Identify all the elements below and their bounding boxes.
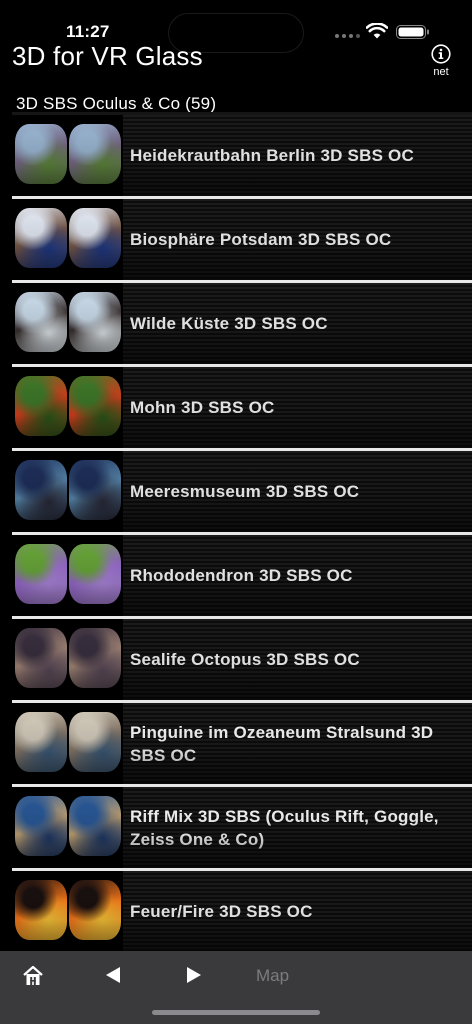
list-item[interactable]: Heidekrautbahn Berlin 3D SBS OC	[12, 112, 472, 196]
thumbnail-right-lens	[69, 292, 121, 352]
thumbnail-right-lens	[69, 880, 121, 940]
info-button[interactable]: net	[428, 44, 454, 82]
thumbnail-left-lens	[15, 544, 67, 604]
battery-icon	[396, 25, 429, 39]
page-title: 3D for VR Glass	[12, 41, 203, 71]
video-list: Heidekrautbahn Berlin 3D SBS OC Biosphär…	[12, 112, 472, 952]
list-item-title: Riff Mix 3D SBS (Oculus Rift, Goggle, Ze…	[130, 806, 439, 849]
thumbnail-right-lens	[69, 460, 121, 520]
thumbnail-left-lens	[15, 880, 67, 940]
list-item[interactable]: Biosphäre Potsdam 3D SBS OC	[12, 196, 472, 280]
sbs-thumbnail	[12, 619, 123, 700]
thumbnail-right-lens	[69, 796, 121, 856]
thumbnail-right-lens	[69, 712, 121, 772]
sbs-thumbnail	[12, 367, 123, 448]
thumbnail-right-lens	[69, 376, 121, 436]
sbs-thumbnail	[12, 451, 123, 532]
list-item[interactable]: Sealife Octopus 3D SBS OC	[12, 616, 472, 700]
status-bar: 11:27	[0, 0, 472, 53]
info-icon	[431, 44, 451, 64]
sbs-thumbnail	[12, 115, 123, 196]
tab-bar: Map	[0, 951, 472, 1024]
wifi-icon	[366, 23, 388, 39]
thumbnail-left-lens	[15, 292, 67, 352]
list-item[interactable]: Wilde Küste 3D SBS OC	[12, 280, 472, 364]
thumbnail-left-lens	[15, 460, 67, 520]
sbs-thumbnail	[12, 535, 123, 616]
info-label: net	[433, 66, 449, 78]
sbs-thumbnail	[12, 199, 123, 280]
back-icon[interactable]	[103, 965, 123, 985]
map-tab[interactable]: Map	[256, 966, 289, 986]
thumbnail-right-lens	[69, 628, 121, 688]
list-item-title: Mohn 3D SBS OC	[130, 398, 275, 417]
thumbnail-left-lens	[15, 124, 67, 184]
sbs-thumbnail	[12, 283, 123, 364]
sbs-thumbnail	[12, 871, 123, 952]
list-item-title: Biosphäre Potsdam 3D SBS OC	[130, 230, 392, 249]
thumbnail-left-lens	[15, 628, 67, 688]
section-header: 3D SBS Oculus & Co (59)	[16, 94, 217, 113]
thumbnail-right-lens	[69, 208, 121, 268]
thumbnail-left-lens	[15, 376, 67, 436]
thumbnail-left-lens	[15, 796, 67, 856]
list-item-title: Meeresmuseum 3D SBS OC	[130, 482, 360, 501]
list-item-title: Heidekrautbahn Berlin 3D SBS OC	[130, 146, 414, 165]
sbs-thumbnail	[12, 703, 123, 784]
list-item[interactable]: Rhododendron 3D SBS OC	[12, 532, 472, 616]
forward-icon[interactable]	[184, 965, 204, 985]
thumbnail-right-lens	[69, 124, 121, 184]
list-item[interactable]: Riff Mix 3D SBS (Oculus Rift, Goggle, Ze…	[12, 784, 472, 868]
signal-icon	[335, 34, 360, 40]
list-item-title: Wilde Küste 3D SBS OC	[130, 314, 328, 333]
list-item-title: Feuer/Fire 3D SBS OC	[130, 902, 313, 921]
list-item[interactable]: Mohn 3D SBS OC	[12, 364, 472, 448]
home-icon[interactable]	[22, 965, 44, 987]
list-item-title: Sealife Octopus 3D SBS OC	[130, 650, 360, 669]
list-item-title: Pinguine im Ozeaneum Stralsund 3D SBS OC	[130, 722, 434, 765]
thumbnail-left-lens	[15, 208, 67, 268]
list-item[interactable]: Meeresmuseum 3D SBS OC	[12, 448, 472, 532]
list-item-title: Rhododendron 3D SBS OC	[130, 566, 353, 585]
sbs-thumbnail	[12, 787, 123, 868]
thumbnail-left-lens	[15, 712, 67, 772]
list-item[interactable]: Feuer/Fire 3D SBS OC	[12, 868, 472, 952]
thumbnail-right-lens	[69, 544, 121, 604]
list-item[interactable]: Pinguine im Ozeaneum Stralsund 3D SBS OC	[12, 700, 472, 784]
status-time: 11:27	[66, 22, 110, 41]
home-indicator	[152, 1010, 320, 1015]
